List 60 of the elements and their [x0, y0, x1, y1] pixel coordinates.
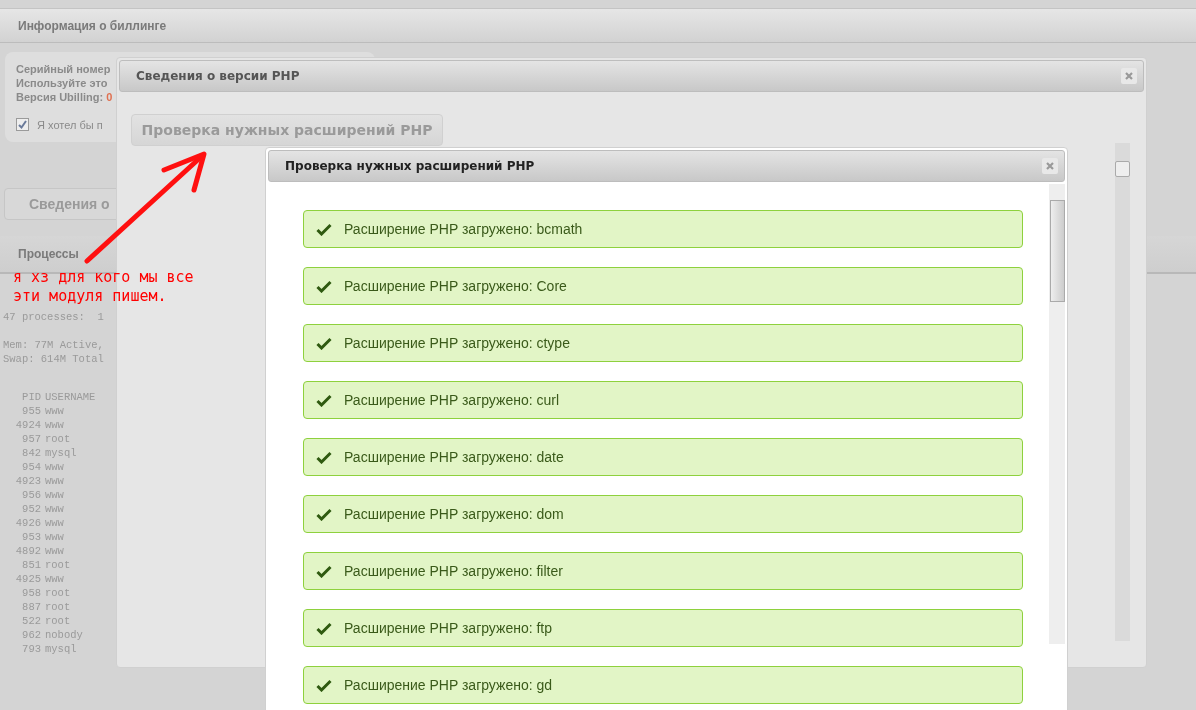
table-cell: www	[45, 544, 64, 558]
table-cell: www	[45, 488, 64, 502]
table-cell-text: 4923	[14, 474, 41, 488]
table-cell-text: 887	[21, 600, 41, 614]
info-text: Серийный номер	[16, 62, 111, 76]
table-cell: www	[45, 404, 64, 418]
column-header: USERNAME	[45, 390, 96, 404]
table-cell: mysql	[45, 446, 77, 460]
section-title: Процессы	[18, 247, 79, 261]
status-text: Расширение PHP загружено: curl	[344, 392, 560, 408]
check-icon	[316, 678, 332, 692]
annotation-text: эти модуля пишем.	[13, 287, 168, 306]
check-icon	[316, 336, 332, 350]
table-cell: www	[45, 530, 64, 544]
page-title: Информация о биллинге	[18, 18, 167, 33]
annotation-text: я хз для кого мы все	[13, 268, 194, 287]
info-text: Используйте это	[16, 76, 108, 90]
column-header: PID	[21, 390, 41, 404]
status-text: Расширение PHP загружено: date	[344, 449, 564, 465]
close-icon	[1046, 162, 1054, 170]
check-icon	[316, 621, 332, 635]
table-cell: www	[45, 502, 64, 516]
process-summary-line: Mem: 77M Active,	[3, 338, 104, 352]
process-summary-line: Swap: 614M Total	[3, 352, 104, 366]
close-icon	[1125, 72, 1133, 80]
check-icon	[316, 279, 332, 293]
dialog-title: Проверка нужных расширений PHP	[285, 159, 535, 173]
table-cell-text: 842	[21, 446, 41, 460]
table-cell-text: 793	[21, 642, 41, 656]
check-icon	[316, 450, 332, 464]
table-cell: www	[45, 418, 64, 432]
status-text: Расширение PHP загружено: filter	[344, 563, 563, 579]
status-text: Расширение PHP загружено: Core	[344, 278, 567, 294]
table-cell: www	[45, 516, 64, 530]
check-icon	[316, 393, 332, 407]
check-extensions-button[interactable]: Проверка нужных расширений PHP	[131, 114, 443, 146]
checkbox-label: Я хотел бы п	[37, 118, 103, 131]
table-cell-text: 957	[21, 432, 41, 446]
status-text: Расширение PHP загружено: dom	[344, 506, 564, 522]
close-button[interactable]	[1042, 158, 1058, 174]
status-text: Расширение PHP загружено: ftp	[344, 620, 553, 636]
dialog-title: Сведения о версии PHP	[136, 69, 300, 83]
table-cell: www	[45, 474, 64, 488]
check-icon	[316, 507, 332, 521]
table-cell-text: 4892	[14, 544, 41, 558]
check-icon	[316, 564, 332, 578]
table-cell: nobody	[45, 628, 83, 642]
table-cell: mysql	[45, 642, 77, 656]
check-icon	[316, 222, 332, 236]
table-cell: www	[45, 572, 64, 586]
status-text: Расширение PHP загружено: ctype	[344, 335, 570, 351]
status-text: Расширение PHP загружено: gd	[344, 677, 553, 693]
status-text: Расширение PHP загружено: bcmath	[344, 221, 583, 237]
checkbox[interactable]	[16, 118, 29, 131]
close-button[interactable]	[1121, 68, 1137, 84]
scrollbar[interactable]	[1115, 143, 1130, 641]
table-cell-text: 953	[21, 530, 41, 544]
scrollbar[interactable]	[1049, 184, 1065, 644]
version-text: Версия Ubilling: 0	[16, 90, 113, 104]
table-cell: www	[45, 460, 64, 474]
